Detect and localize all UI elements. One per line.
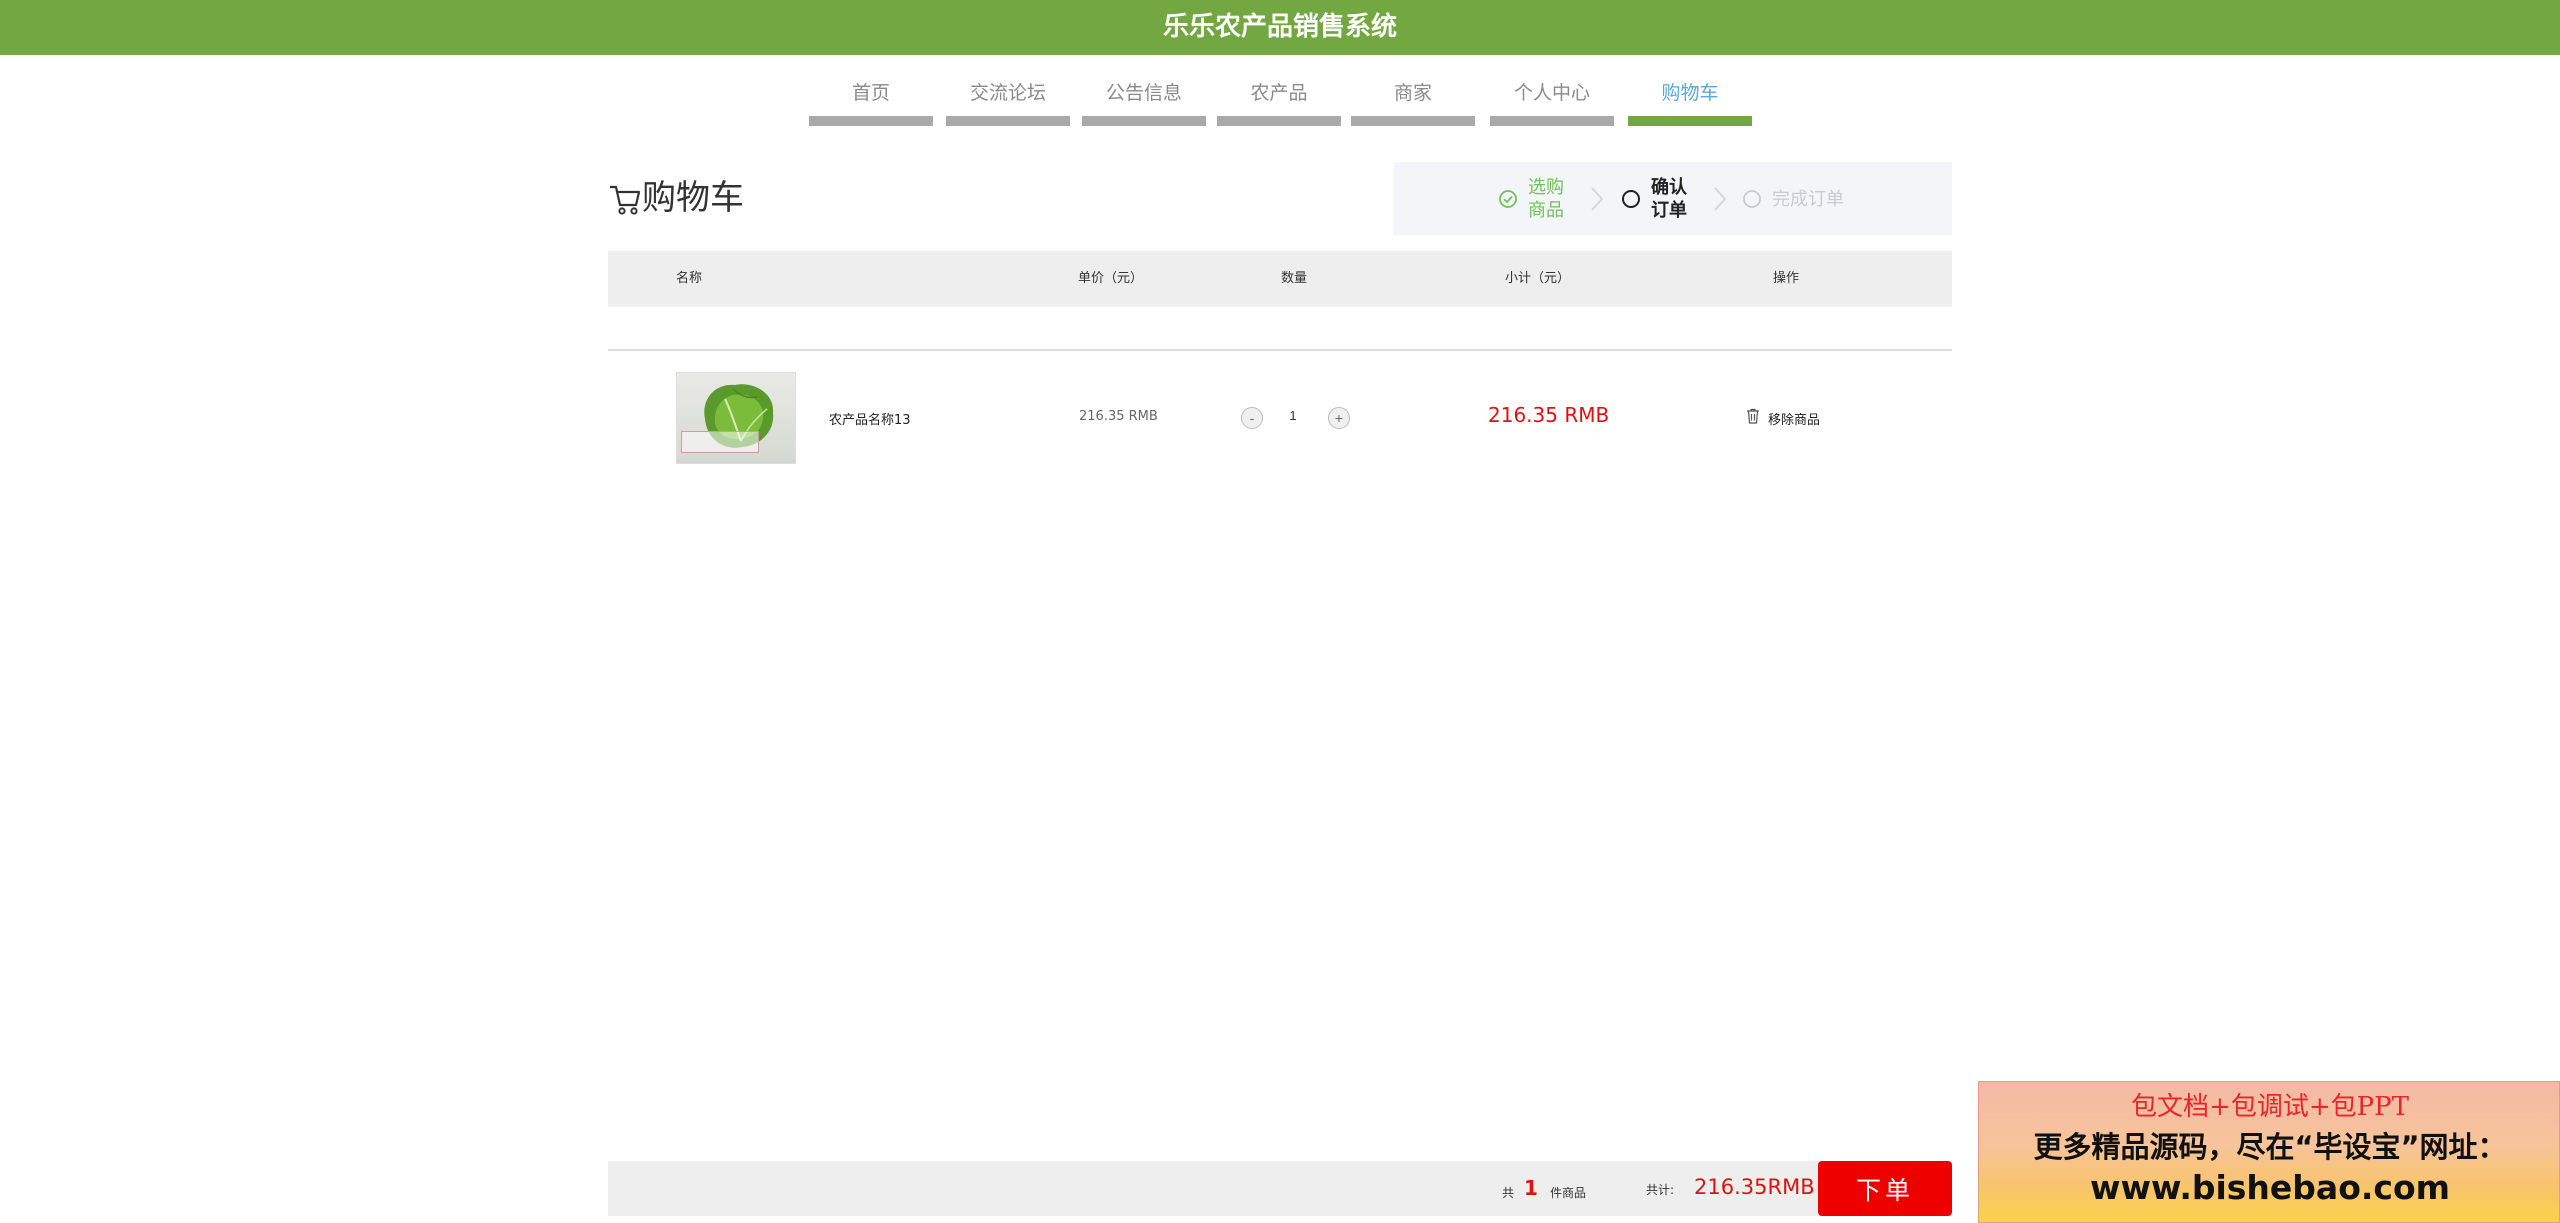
page-title: 购物车 [642,178,744,218]
nav-forum[interactable]: 交流论坛 [946,76,1070,126]
quantity-input[interactable] [1268,405,1318,427]
cart-table-header: 名称 单价（元） 数量 小计（元） 操作 [608,251,1952,307]
header-quantity: 数量 [1281,271,1308,286]
nav-home[interactable]: 首页 [809,76,933,126]
nav-merchants[interactable]: 商家 [1351,76,1475,126]
cart-icon [610,185,641,215]
nav-label: 农产品 [1250,82,1308,104]
item-count-suffix: 件商品 [1550,1186,1587,1200]
header-subtotal: 小计（元） [1505,271,1571,286]
item-count: 1 [1524,1176,1538,1200]
nav-profile[interactable]: 个人中心 [1490,76,1614,126]
promo-line-1: 包文档+包调试+包PPT [2131,1092,2409,1122]
product-name[interactable]: 农产品名称13 [829,409,911,428]
table-row: 农产品名称13 216.35 RMB - + 216.35 RMB 移除商品 [608,351,1952,481]
product-label-tag [681,431,759,453]
nav-label: 购物车 [1661,82,1719,104]
product-thumbnail[interactable] [676,372,796,464]
chevron-right-icon [1714,187,1727,211]
step-label: 选购商品 [1528,177,1564,221]
step-confirm-order: 确认订单 [1621,176,1701,222]
trash-icon [1747,408,1759,424]
nav-label: 交流论坛 [969,82,1046,104]
promo-url: www.bishebao.com [2089,1168,2451,1207]
nav-underline [946,116,1070,126]
header-name: 名称 [676,271,703,286]
nav-underline [1351,116,1475,126]
nav-label: 个人中心 [1513,82,1590,104]
nav-label: 商家 [1393,82,1432,104]
total-label: 共计: [1646,1183,1675,1197]
nav-underline [1217,116,1341,126]
step-select-goods: 选购商品 [1498,176,1578,222]
header-unit-price: 单价（元） [1078,271,1144,286]
order-steps: 选购商品 确认订单 完成订单 [1394,162,1952,235]
circle-icon [1743,190,1761,208]
site-title: 乐乐农产品销售系统 [1162,12,1397,42]
nav-notices[interactable]: 公告信息 [1082,76,1206,126]
chevron-right-icon [1591,187,1604,211]
quantity-decrease-button[interactable]: - [1241,407,1263,429]
nav-label: 公告信息 [1105,82,1182,104]
unit-price: 216.35 RMB [1079,409,1158,424]
place-order-button[interactable]: 下单 [1818,1161,1952,1216]
step-label: 完成订单 [1772,189,1844,210]
nav-products[interactable]: 农产品 [1217,76,1341,126]
promo-line-2: 更多精品源码，尽在“毕设宝”网址： [2033,1130,2507,1164]
nav-label: 首页 [851,82,890,104]
nav-underline [809,116,933,126]
step-label: 确认订单 [1651,177,1687,221]
nav-underline [1490,116,1614,126]
cart-summary-bar: 共 1 件商品 共计: 216.35RMB 下单 [608,1161,1952,1216]
step-complete-order: 完成订单 [1742,176,1892,222]
nav-underline [1628,116,1752,126]
promo-banner[interactable]: 包文档+包调试+包PPT 更多精品源码，尽在“毕设宝”网址： www.bishe… [1978,1081,2560,1223]
nav-underline [1082,116,1206,126]
check-circle-icon [1499,190,1517,208]
remove-item-label: 移除商品 [1768,413,1821,428]
quantity-increase-button[interactable]: + [1328,407,1350,429]
circle-icon [1622,190,1640,208]
main-nav: 首页 交流论坛 公告信息 农产品 商家 个人中心 购物车 [809,76,1753,126]
nav-cart[interactable]: 购物车 [1628,76,1752,126]
total-amount: 216.35RMB [1694,1175,1815,1199]
header-action: 操作 [1773,271,1800,286]
item-count-prefix: 共 [1502,1186,1515,1200]
row-subtotal: 216.35 RMB [1488,403,1610,427]
